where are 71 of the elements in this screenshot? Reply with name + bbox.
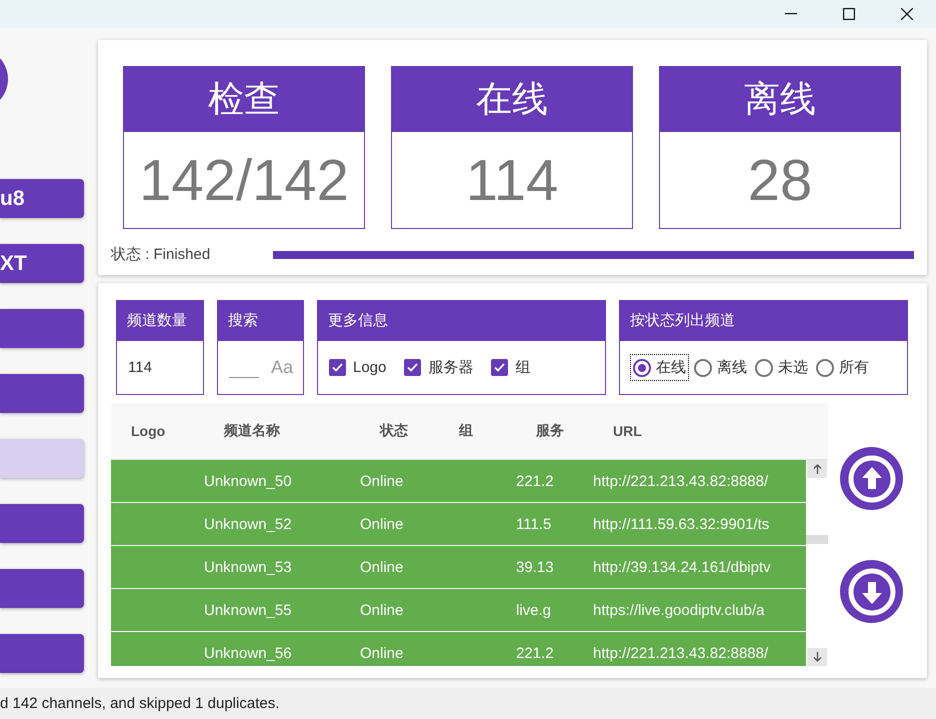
- radio-button[interactable]: [694, 358, 712, 376]
- column-header: 组: [458, 422, 474, 440]
- more-info-header: 更多信息: [317, 300, 606, 341]
- column-header: 服务: [534, 422, 565, 440]
- table-cell-text: 39.13: [516, 558, 555, 576]
- table-cell-text: Online: [360, 602, 404, 618]
- table-row[interactable]: Unknown_50 Online 221.2 http://221.213.43.82:8888/: [111, 460, 806, 502]
- table-cell-text: http://221.213.43.82:8888/: [593, 472, 770, 490]
- by-status-header: 按状态列出频道: [619, 300, 908, 341]
- scrollbar[interactable]: [806, 460, 828, 666]
- checkmark-icon: [494, 363, 506, 372]
- sidebar-button[interactable]: XT: [0, 244, 84, 283]
- table-cell-text: https://live.goodiptv.club/a: [593, 602, 766, 618]
- checkbox[interactable]: [491, 359, 508, 376]
- radio-button[interactable]: [755, 358, 773, 376]
- table-cell-text: Online: [360, 558, 404, 576]
- count-header: 频道数量: [116, 300, 204, 341]
- table-cell-text: 221.2: [516, 472, 555, 490]
- table-cell-text: Online: [360, 644, 404, 662]
- checkbox[interactable]: [404, 359, 422, 376]
- status-text: 状态 : Finished: [111, 245, 212, 264]
- search-header: 搜索: [217, 300, 304, 341]
- table-cell-text: Unknown_52: [204, 516, 293, 532]
- stat-value: 114: [391, 132, 633, 229]
- checkbox-label: 组: [515, 358, 530, 377]
- stat-title: 离线: [659, 66, 901, 132]
- checkmark-icon: [332, 363, 343, 372]
- table-cell-text: Unknown_53: [204, 558, 293, 576]
- radio-label: 所有: [839, 358, 869, 377]
- table-row[interactable]: Unknown_56 Online 221.2 http://221.213.43.82:8888/: [111, 632, 806, 666]
- stat-value: 28: [659, 132, 901, 229]
- scroll-down-icon[interactable]: [807, 648, 827, 666]
- scroll-up-icon[interactable]: [807, 460, 827, 478]
- table-cell-text: Online: [360, 516, 404, 532]
- table-cell-text: http://111.59.63.32:9901/ts: [593, 516, 770, 532]
- checkbox[interactable]: [329, 359, 346, 376]
- checkbox-label: 服务器: [428, 358, 474, 377]
- table-row[interactable]: Unknown_53 Online 39.13 http://39.134.24.161/dbiptv: [111, 546, 806, 588]
- table-cell-text: Online: [360, 472, 404, 490]
- checkbox-label: Logo: [353, 359, 386, 376]
- column-header: 状态: [378, 422, 409, 440]
- radio-label: 未选: [778, 358, 808, 377]
- stat-title: 检查: [123, 66, 365, 132]
- table-cell-text: 111.5: [516, 516, 552, 532]
- scroll-thumb[interactable]: [806, 535, 828, 544]
- radio-button[interactable]: [816, 358, 834, 376]
- match-case-toggle[interactable]: Aa: [271, 357, 294, 378]
- status-bar-text: d 142 channels, and skipped 1 duplicates.: [0, 695, 280, 712]
- table-cell-text: http://221.213.43.82:8888/: [593, 644, 770, 662]
- column-header: 频道名称: [222, 422, 281, 440]
- radio-button[interactable]: [633, 358, 651, 376]
- checkmark-icon: [407, 363, 418, 372]
- table-row[interactable]: Unknown_55 Online live.g https://live.goodiptv.club/a: [111, 589, 806, 631]
- stat-value: 142/142: [123, 132, 365, 229]
- table-cell-text: Unknown_56: [204, 644, 293, 662]
- close-icon[interactable]: [901, 8, 913, 20]
- sidebar-button[interactable]: u8: [0, 179, 84, 218]
- table-cell-text: 221.2: [516, 644, 555, 662]
- stat-title: 在线: [391, 66, 633, 132]
- table-row[interactable]: Unknown_52 Online 111.5 http://111.59.63.32:9901/ts: [111, 503, 806, 545]
- maximize-icon[interactable]: [843, 8, 855, 20]
- table-cell-text: http://39.134.24.161/dbiptv: [593, 558, 772, 576]
- table-cell-text: Unknown_50: [204, 472, 293, 490]
- radio-label: 在线: [656, 358, 686, 377]
- column-header: URL: [612, 423, 643, 439]
- radio-label: 离线: [717, 358, 747, 377]
- table-cell-text: Unknown_55: [204, 602, 293, 618]
- count-value: 114: [128, 359, 152, 376]
- minimize-icon[interactable]: [785, 13, 797, 15]
- column-header: Logo: [130, 423, 166, 439]
- table-cell-text: live.g: [516, 602, 552, 618]
